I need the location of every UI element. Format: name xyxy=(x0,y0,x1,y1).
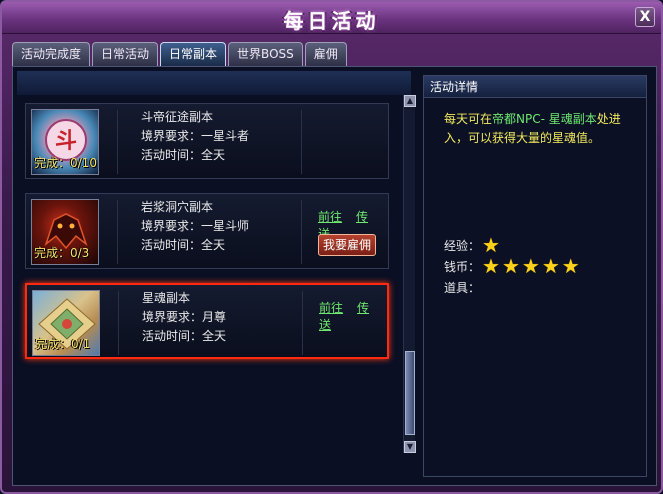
title-bar[interactable]: 每日活动 X xyxy=(2,2,661,34)
npc-highlight: 帝都NPC- 星魂副本 xyxy=(492,112,597,126)
detail-header: 活动详情 xyxy=(424,76,646,98)
tab-activity-completion[interactable]: 活动完成度 xyxy=(12,42,91,66)
column-divider xyxy=(117,110,118,174)
star-icon: ★ xyxy=(561,253,580,278)
reward-list: 经验： ★ 钱币： ★ ★ ★ ★ ★ 道具： xyxy=(444,232,580,299)
star-icon: ★ xyxy=(482,253,500,278)
column-divider xyxy=(302,291,303,355)
dungeon-realm-requirement: 境界要求：一星斗者 xyxy=(141,129,250,143)
goto-link[interactable]: 前往 xyxy=(319,301,343,315)
column-divider xyxy=(117,200,118,264)
list-scrollbar[interactable]: ▲ ▼ xyxy=(403,95,416,453)
progress-text: 完成：0/3 xyxy=(34,246,90,260)
column-divider xyxy=(118,291,119,355)
dungeon-time: 活动时间：全天 xyxy=(142,329,227,343)
star-rating: ★ ★ ★ ★ ★ xyxy=(480,256,580,280)
dungeon-row[interactable]: 完成：0/3 岩浆洞穴副本 境界要求：一星斗师 活动时间：全天 前往传送 我要雇… xyxy=(25,193,389,269)
dungeon-realm-requirement: 境界要求：月尊 xyxy=(142,310,227,324)
dungeon-time: 活动时间：全天 xyxy=(141,238,226,252)
reward-item: 道具： xyxy=(444,278,580,299)
daily-activity-window: 每日活动 X 活动完成度 日常活动 日常副本 世界BOSS 雇佣 斗 完成：0/… xyxy=(0,0,663,494)
dungeon-row[interactable]: 斗 完成：0/10 斗帝征途副本 境界要求：一星斗者 活动时间：全天 xyxy=(25,103,389,179)
star-icon: ★ xyxy=(521,253,540,278)
dungeon-info: 岩浆洞穴副本 境界要求：一星斗师 活动时间：全天 xyxy=(141,198,249,255)
scroll-thumb[interactable] xyxy=(405,351,415,435)
dungeon-info: 斗帝征途副本 境界要求：一星斗者 活动时间：全天 xyxy=(141,108,249,165)
reward-label: 钱币： xyxy=(444,260,481,274)
dou-glyph: 斗 xyxy=(55,129,77,154)
reward-label: 道具： xyxy=(444,281,481,295)
activity-detail-panel: 活动详情 每天可在帝都NPC- 星魂副本处进入，可以获得大量的星魂值。 经验： … xyxy=(423,75,647,477)
reward-label: 经验： xyxy=(444,239,481,253)
list-header-bar xyxy=(17,71,411,95)
dungeon-realm-requirement: 境界要求：一星斗师 xyxy=(141,219,250,233)
hire-button[interactable]: 我要雇佣 xyxy=(318,234,376,256)
tab-world-boss[interactable]: 世界BOSS xyxy=(228,42,303,66)
progress-text: 完成：0/10 xyxy=(34,156,97,170)
star-icon: ★ xyxy=(541,253,560,278)
dungeon-thumbnail: 斗 完成：0/10 xyxy=(31,109,99,175)
dungeon-name: 斗帝征途副本 xyxy=(141,110,214,124)
dungeon-row-selected[interactable]: 完成：0/1 星魂副本 境界要求：月尊 活动时间：全天 前往 传送 xyxy=(25,283,389,359)
dungeon-thumbnail: 完成：0/3 xyxy=(31,199,99,265)
tab-hire[interactable]: 雇佣 xyxy=(304,42,347,66)
goto-link[interactable]: 前往 xyxy=(318,210,342,224)
dungeon-name: 星魂副本 xyxy=(142,291,191,305)
progress-text: 完成：0/1 xyxy=(35,337,91,351)
dungeon-thumbnail: 完成：0/1 xyxy=(32,290,100,356)
tab-bar: 活动完成度 日常活动 日常副本 世界BOSS 雇佣 xyxy=(12,42,347,66)
column-divider xyxy=(301,200,302,264)
dungeon-info: 星魂副本 境界要求：月尊 活动时间：全天 xyxy=(142,289,226,346)
scroll-down-button[interactable]: ▼ xyxy=(404,441,416,453)
dungeon-name: 岩浆洞穴副本 xyxy=(141,200,214,214)
star-icon: ★ xyxy=(501,253,520,278)
close-button[interactable]: X xyxy=(635,7,655,27)
dungeon-time: 活动时间：全天 xyxy=(141,148,226,162)
window-title: 每日活动 xyxy=(283,9,380,33)
tab-daily-activity[interactable]: 日常活动 xyxy=(92,42,159,66)
desc-prefix: 每天可在 xyxy=(444,112,493,126)
column-divider xyxy=(301,110,302,174)
scroll-up-button[interactable]: ▲ xyxy=(404,95,416,107)
reward-coin: 钱币： ★ ★ ★ ★ ★ xyxy=(444,256,580,280)
detail-description: 每天可在帝都NPC- 星魂副本处进入，可以获得大量的星魂值。 xyxy=(444,110,632,148)
star-icon: ★ xyxy=(482,232,500,257)
tab-content-panel: 斗 完成：0/10 斗帝征途副本 境界要求：一星斗者 活动时间：全天 完成：0/… xyxy=(12,66,657,486)
tab-daily-dungeon[interactable]: 日常副本 xyxy=(160,42,227,66)
dungeon-actions: 前往传送 xyxy=(319,299,387,333)
